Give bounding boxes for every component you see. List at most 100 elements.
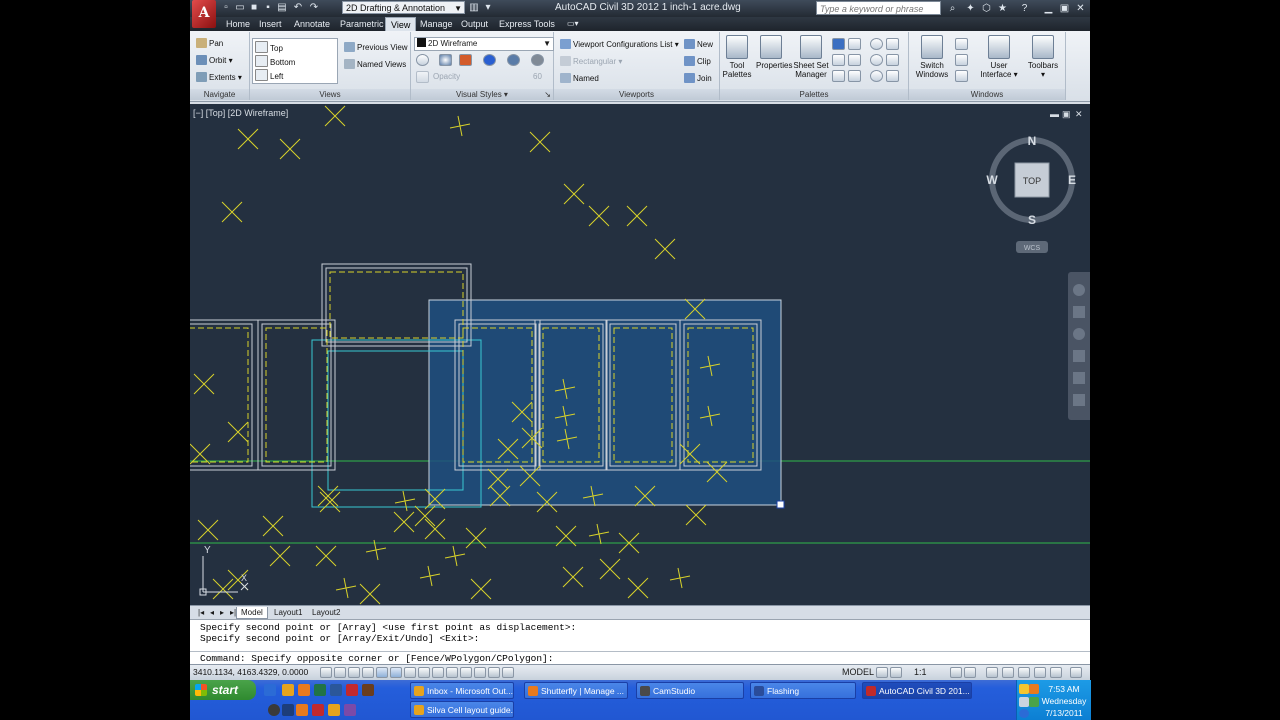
previous-view-button[interactable]: Previous View (344, 42, 408, 52)
folder-icon[interactable] (328, 704, 340, 716)
word-icon[interactable] (330, 684, 342, 696)
minimize-icon[interactable]: ▁ (1042, 2, 1055, 15)
steering-wheel-icon[interactable] (1073, 284, 1085, 296)
otrack-icon[interactable] (404, 667, 416, 678)
save-icon[interactable]: ■ (248, 2, 260, 14)
task-flashing[interactable]: Flashing (750, 682, 856, 699)
dialog-launcher-icon[interactable]: ↘ (544, 89, 551, 100)
reader-icon[interactable] (312, 704, 324, 716)
undo-icon[interactable]: ↶ (292, 2, 304, 14)
app-icon[interactable] (362, 684, 374, 696)
viewport-restore-icon[interactable]: ▣ (1062, 110, 1071, 119)
user-interface-button[interactable]: User Interface ▾ (979, 35, 1019, 79)
navbar-menu-icon[interactable] (1073, 394, 1085, 406)
quick-view-drawings-icon[interactable] (890, 667, 902, 678)
model-space-toggle[interactable]: MODEL (842, 667, 874, 677)
compass-west[interactable]: W (986, 173, 998, 187)
clock[interactable]: 7:53 AM Wednesday 7/13/2011 (1039, 683, 1089, 719)
snap-icon[interactable] (334, 667, 346, 678)
navigation-bar[interactable] (1068, 272, 1090, 420)
quickcalc-icon[interactable] (832, 54, 845, 66)
tab-manage[interactable]: Manage (415, 17, 458, 31)
compass-east[interactable]: E (1068, 173, 1076, 187)
materials-icon[interactable] (870, 70, 883, 82)
viewcube[interactable]: TOP N S E W WCS (986, 134, 1076, 253)
info-icon[interactable] (870, 54, 883, 66)
network-icon[interactable] (1019, 697, 1029, 707)
tile-vertical-icon[interactable] (955, 54, 968, 66)
polar-icon[interactable] (376, 667, 388, 678)
favorites-icon[interactable]: ★ (996, 2, 1009, 15)
layer-props-icon[interactable] (886, 38, 899, 50)
start-button[interactable]: start (190, 680, 256, 700)
hardware-accel-icon[interactable] (1018, 667, 1030, 678)
misc-icon[interactable] (344, 704, 356, 716)
sheet-icon[interactable] (870, 38, 883, 50)
tile-horizontal-icon[interactable] (955, 38, 968, 50)
auto-scale-icon[interactable] (964, 667, 976, 678)
grid-icon[interactable] (348, 667, 360, 678)
illustrator-icon[interactable] (296, 704, 308, 716)
compass-north[interactable]: N (1028, 134, 1037, 148)
isolate-objects-icon[interactable] (1034, 667, 1046, 678)
tab-parametric[interactable]: Parametric (335, 17, 389, 31)
workspace-switch-icon[interactable] (986, 667, 998, 678)
task-shutterfly[interactable]: Shutterfly | Manage ... (524, 682, 628, 699)
dyn-icon[interactable] (432, 667, 444, 678)
task-autocad[interactable]: AutoCAD Civil 3D 201... (862, 682, 972, 699)
clip-viewport-button[interactable]: Clip (684, 56, 711, 66)
viewport-close-icon[interactable]: ✕ (1075, 110, 1083, 119)
shadows-icon[interactable] (459, 54, 472, 66)
tab-layout1[interactable]: Layout1 (270, 607, 306, 618)
tab-express-tools[interactable]: Express Tools (494, 17, 560, 31)
view-bottom[interactable]: Bottom (255, 55, 295, 67)
annotation-visibility-icon[interactable] (950, 667, 962, 678)
tab-home[interactable]: Home (221, 17, 255, 31)
drawing-canvas[interactable]: Y X TOP N S E W WCS [−] [Top] [2D Wirefr… (190, 104, 1090, 605)
visual-style-dropdown[interactable]: 2D Wireframe ▼ (414, 37, 554, 51)
render-icon[interactable] (886, 70, 899, 82)
task-silva-cell[interactable]: Silva Cell layout guide... (410, 701, 514, 718)
color-icon[interactable] (531, 54, 544, 66)
infer-constraints-icon[interactable] (320, 667, 332, 678)
orbit-button[interactable]: Orbit ▾ (196, 55, 233, 65)
new-viewport-button[interactable]: New (684, 39, 713, 49)
plot-icon[interactable]: ▤ (276, 2, 288, 14)
xray-icon[interactable] (439, 54, 452, 66)
ribbon-minimize-icon[interactable]: ▭▾ (562, 17, 584, 31)
status-menu-icon[interactable] (1050, 667, 1062, 678)
zoom-nav-icon[interactable] (1073, 328, 1085, 340)
task-camstudio[interactable]: CamStudio (636, 682, 744, 699)
chevron-down-icon[interactable]: ▾ (482, 2, 494, 14)
new-icon[interactable]: ▫ (220, 2, 232, 14)
search-icon[interactable]: ⌕ (946, 2, 959, 15)
tab-insert[interactable]: Insert (254, 17, 287, 31)
viewport-controls-label[interactable]: [−] [Top] [2D Wireframe] (193, 108, 288, 118)
face-style-icon[interactable] (507, 54, 520, 66)
lock-ui-icon[interactable] (1002, 667, 1014, 678)
markup-icon[interactable] (848, 38, 861, 50)
named-views-button[interactable]: Named Views (344, 59, 406, 69)
pan-button[interactable]: Pan (196, 38, 223, 48)
view-left[interactable]: Left (255, 69, 283, 81)
firefox-icon[interactable] (298, 684, 310, 696)
orbit-nav-icon[interactable] (1073, 350, 1085, 362)
tab-model[interactable]: Model (236, 607, 268, 619)
properties-button[interactable]: Properties (756, 35, 792, 70)
views-list[interactable]: Top Bottom Left (252, 38, 338, 84)
xref-icon[interactable] (886, 54, 899, 66)
open-icon[interactable]: ▭ (234, 2, 246, 14)
ducs-icon[interactable] (418, 667, 430, 678)
tray-icon[interactable] (1029, 684, 1039, 694)
cascade-icon[interactable] (955, 70, 968, 82)
lineweight-icon[interactable] (446, 667, 458, 678)
tab-layout2[interactable]: Layout2 (308, 607, 344, 618)
dbconnect-icon[interactable] (848, 54, 861, 66)
selection-cycling-icon[interactable] (488, 667, 500, 678)
sheet-set-manager-button[interactable]: Sheet Set Manager (792, 35, 830, 79)
application-menu-button[interactable]: A (192, 0, 216, 28)
redo-icon[interactable]: ↷ (308, 2, 320, 14)
workspace-dropdown[interactable]: 2D Drafting & Annotation ▼ (342, 1, 465, 14)
rectangular-button[interactable]: Rectangular ▾ (560, 56, 622, 66)
extents-button[interactable]: Extents ▾ (196, 72, 242, 82)
